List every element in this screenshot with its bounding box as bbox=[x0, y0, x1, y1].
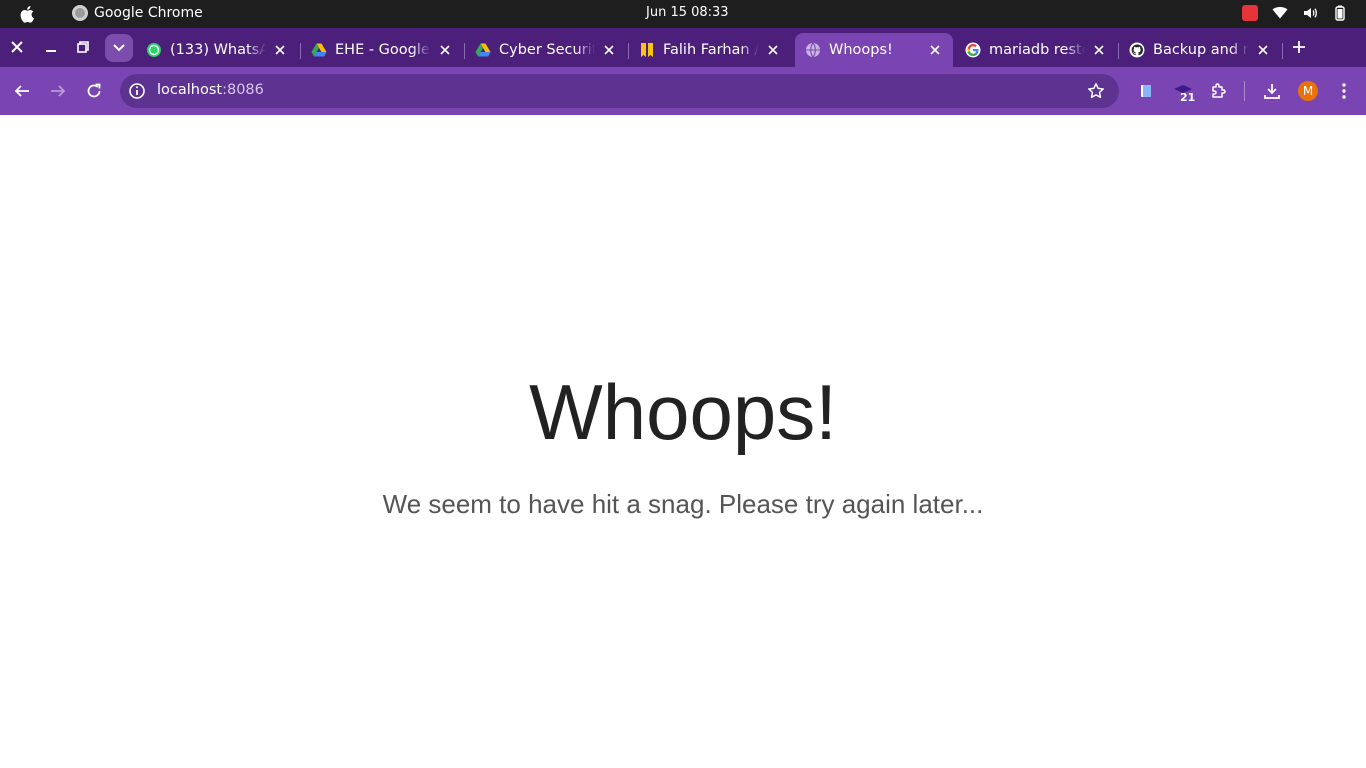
restore-window-button[interactable] bbox=[70, 34, 96, 60]
google-drive-icon bbox=[311, 43, 327, 57]
tab-whoops[interactable]: Whoops! bbox=[795, 33, 953, 67]
puzzle-icon bbox=[1212, 83, 1226, 98]
system-clock[interactable]: Jun 15 08:33 bbox=[646, 5, 729, 20]
close-icon bbox=[930, 45, 940, 55]
close-icon bbox=[1258, 45, 1268, 55]
arrow-right-icon bbox=[51, 85, 66, 97]
tab-search-button[interactable] bbox=[105, 34, 133, 62]
close-icon bbox=[604, 45, 614, 55]
tab-title: Backup and restore bbox=[1153, 42, 1249, 58]
reload-icon bbox=[87, 83, 101, 98]
google-icon bbox=[965, 42, 981, 58]
tab-close-button[interactable] bbox=[927, 42, 943, 58]
tab-backup-and-restore[interactable]: Backup and restore bbox=[1119, 33, 1281, 67]
downloads-button[interactable] bbox=[1260, 79, 1284, 103]
new-tab-button[interactable] bbox=[1286, 34, 1312, 60]
extension-button-1[interactable] bbox=[1134, 79, 1158, 103]
close-icon bbox=[275, 45, 285, 55]
tab-close-button[interactable] bbox=[272, 42, 288, 58]
tab-ehe-google-drive[interactable]: EHE - Google Drive bbox=[301, 33, 463, 67]
tab-close-button[interactable] bbox=[1255, 42, 1271, 58]
plus-icon bbox=[1293, 41, 1305, 53]
apple-icon[interactable] bbox=[18, 4, 38, 24]
back-button[interactable] bbox=[10, 79, 34, 103]
url-port: :8086 bbox=[222, 82, 264, 98]
page-content: Whoops! We seem to have hit a snag. Plea… bbox=[0, 115, 1366, 768]
tab-strip: (133) WhatsApp EHE - Google Drive Cyber … bbox=[0, 28, 1366, 67]
kebab-menu-icon bbox=[1342, 83, 1346, 99]
address-bar[interactable]: localhost:8086 bbox=[120, 74, 1119, 108]
chevron-down-icon bbox=[113, 44, 125, 52]
url-host: localhost bbox=[157, 82, 223, 98]
restore-icon bbox=[77, 41, 89, 53]
active-app-menu[interactable]: Google Chrome bbox=[72, 5, 203, 21]
url-text[interactable]: localhost:8086 bbox=[157, 82, 264, 98]
minimize-window-button[interactable] bbox=[38, 34, 64, 60]
page-title: Whoops! bbox=[529, 368, 837, 456]
whatsapp-icon bbox=[147, 43, 161, 57]
tab-title: Falih Farhan / bbox=[663, 42, 759, 58]
anydesk-icon[interactable] bbox=[1242, 5, 1258, 21]
star-icon[interactable] bbox=[1087, 82, 1105, 100]
tab-close-button[interactable] bbox=[437, 42, 453, 58]
google-drive-icon bbox=[475, 43, 491, 57]
battery-icon[interactable] bbox=[1332, 5, 1348, 21]
close-icon bbox=[1094, 45, 1104, 55]
tab-mariadb-restore[interactable]: mariadb restore bbox=[955, 33, 1117, 67]
globe-icon bbox=[806, 42, 820, 58]
tab-title: EHE - Google Drive bbox=[335, 42, 431, 58]
tab-title: Cyber Security bbox=[499, 42, 595, 58]
github-icon bbox=[1129, 42, 1145, 58]
tab-title: (133) WhatsApp bbox=[170, 42, 266, 58]
tab-cyber-security[interactable]: Cyber Security bbox=[465, 33, 627, 67]
extension-badge: 21 bbox=[1180, 91, 1196, 104]
close-icon bbox=[768, 45, 778, 55]
arrow-left-icon bbox=[14, 85, 29, 97]
minimize-icon bbox=[46, 50, 56, 52]
system-tray bbox=[1242, 5, 1348, 21]
avatar[interactable]: M bbox=[1298, 81, 1318, 101]
wifi-icon[interactable] bbox=[1272, 5, 1288, 21]
tab-close-button[interactable] bbox=[1091, 42, 1107, 58]
active-app-name: Google Chrome bbox=[94, 5, 203, 21]
tab-title: Whoops! bbox=[829, 42, 893, 58]
chrome-icon bbox=[72, 5, 88, 21]
info-icon[interactable] bbox=[128, 82, 146, 100]
chrome-menu-button[interactable] bbox=[1332, 79, 1356, 103]
os-top-bar: Google Chrome Jun 15 08:33 bbox=[0, 0, 1366, 28]
tab-whatsapp[interactable]: (133) WhatsApp bbox=[136, 33, 298, 67]
extensions-button[interactable] bbox=[1207, 79, 1231, 103]
browser-toolbar: localhost:8086 21 M bbox=[0, 67, 1366, 115]
tab-close-button[interactable] bbox=[601, 42, 617, 58]
tab-falih-farhan[interactable]: Falih Farhan / bbox=[629, 33, 791, 67]
tab-close-button[interactable] bbox=[765, 42, 781, 58]
tab-separator bbox=[1282, 43, 1283, 59]
error-message: We seem to have hit a snag. Please try a… bbox=[382, 489, 984, 519]
close-icon bbox=[11, 41, 23, 53]
reload-button[interactable] bbox=[82, 79, 106, 103]
close-window-button[interactable] bbox=[4, 34, 30, 60]
download-icon bbox=[1264, 84, 1280, 99]
toolbar-separator bbox=[1244, 81, 1245, 101]
forward-button[interactable] bbox=[46, 79, 70, 103]
document-extension-icon bbox=[1141, 85, 1151, 97]
volume-icon[interactable] bbox=[1302, 5, 1318, 21]
tab-title: mariadb restore bbox=[989, 42, 1085, 58]
bookmark-yellow-icon bbox=[641, 43, 653, 57]
close-icon bbox=[440, 45, 450, 55]
